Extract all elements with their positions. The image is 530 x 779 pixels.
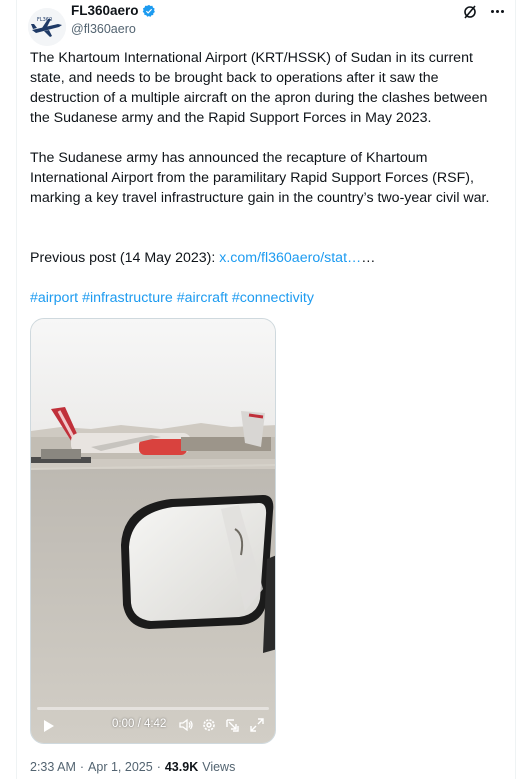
hashtags: #airport #infrastructure #aircraft #conn… <box>30 288 500 308</box>
post-text-paragraph-2: The Sudanese army has announced the reca… <box>30 150 490 206</box>
hashtag-airport[interactable]: #airport <box>30 290 78 306</box>
airplane-logo-icon: FL360 <box>28 8 66 46</box>
separator: · <box>156 760 161 774</box>
play-icon[interactable] <box>43 719 55 733</box>
video-progress-bar[interactable] <box>37 707 269 710</box>
post-text-paragraph-1: The Khartoum International Airport (KRT/… <box>30 50 488 126</box>
picture-in-picture-icon[interactable] <box>225 717 241 733</box>
display-name[interactable]: FL360aero <box>71 3 139 18</box>
verified-badge-icon <box>142 4 155 17</box>
video-player[interactable]: 0:00 / 4:42 <box>30 318 276 744</box>
views-label: Views <box>202 760 236 774</box>
grok-icon[interactable] <box>462 4 478 20</box>
video-controls: 0:00 / 4:42 <box>31 701 275 743</box>
svg-text:FL360: FL360 <box>37 17 52 23</box>
previous-post-line: Previous post (14 May 2023): x.com/fl360… <box>30 248 500 268</box>
avatar[interactable]: FL360 <box>28 8 66 46</box>
previous-post-label: Previous post (14 May 2023): <box>30 250 220 266</box>
volume-icon[interactable] <box>178 717 194 733</box>
hashtag-aircraft[interactable]: #aircraft <box>177 290 228 306</box>
post-metadata: 2:33 AM · Apr 1, 2025 · 43.9K Views <box>30 760 235 774</box>
username[interactable]: @fl360aero <box>71 22 136 36</box>
video-time: 0:00 / 4:42 <box>112 718 167 730</box>
more-options-icon[interactable] <box>486 1 508 21</box>
video-frame <box>31 319 275 743</box>
hashtag-connectivity[interactable]: #connectivity <box>232 290 314 306</box>
previous-post-link[interactable]: x.com/fl360aero/stat… <box>219 250 361 266</box>
settings-gear-icon[interactable] <box>201 717 217 733</box>
separator: · <box>79 760 85 774</box>
fullscreen-icon[interactable] <box>249 717 265 733</box>
hashtag-infrastructure[interactable]: #infrastructure <box>82 290 173 306</box>
views-count: 43.9K <box>164 760 199 774</box>
previous-post-trailer: … <box>361 250 376 266</box>
post-time[interactable]: 2:33 AM <box>30 760 76 774</box>
post-date[interactable]: Apr 1, 2025 <box>88 760 153 774</box>
